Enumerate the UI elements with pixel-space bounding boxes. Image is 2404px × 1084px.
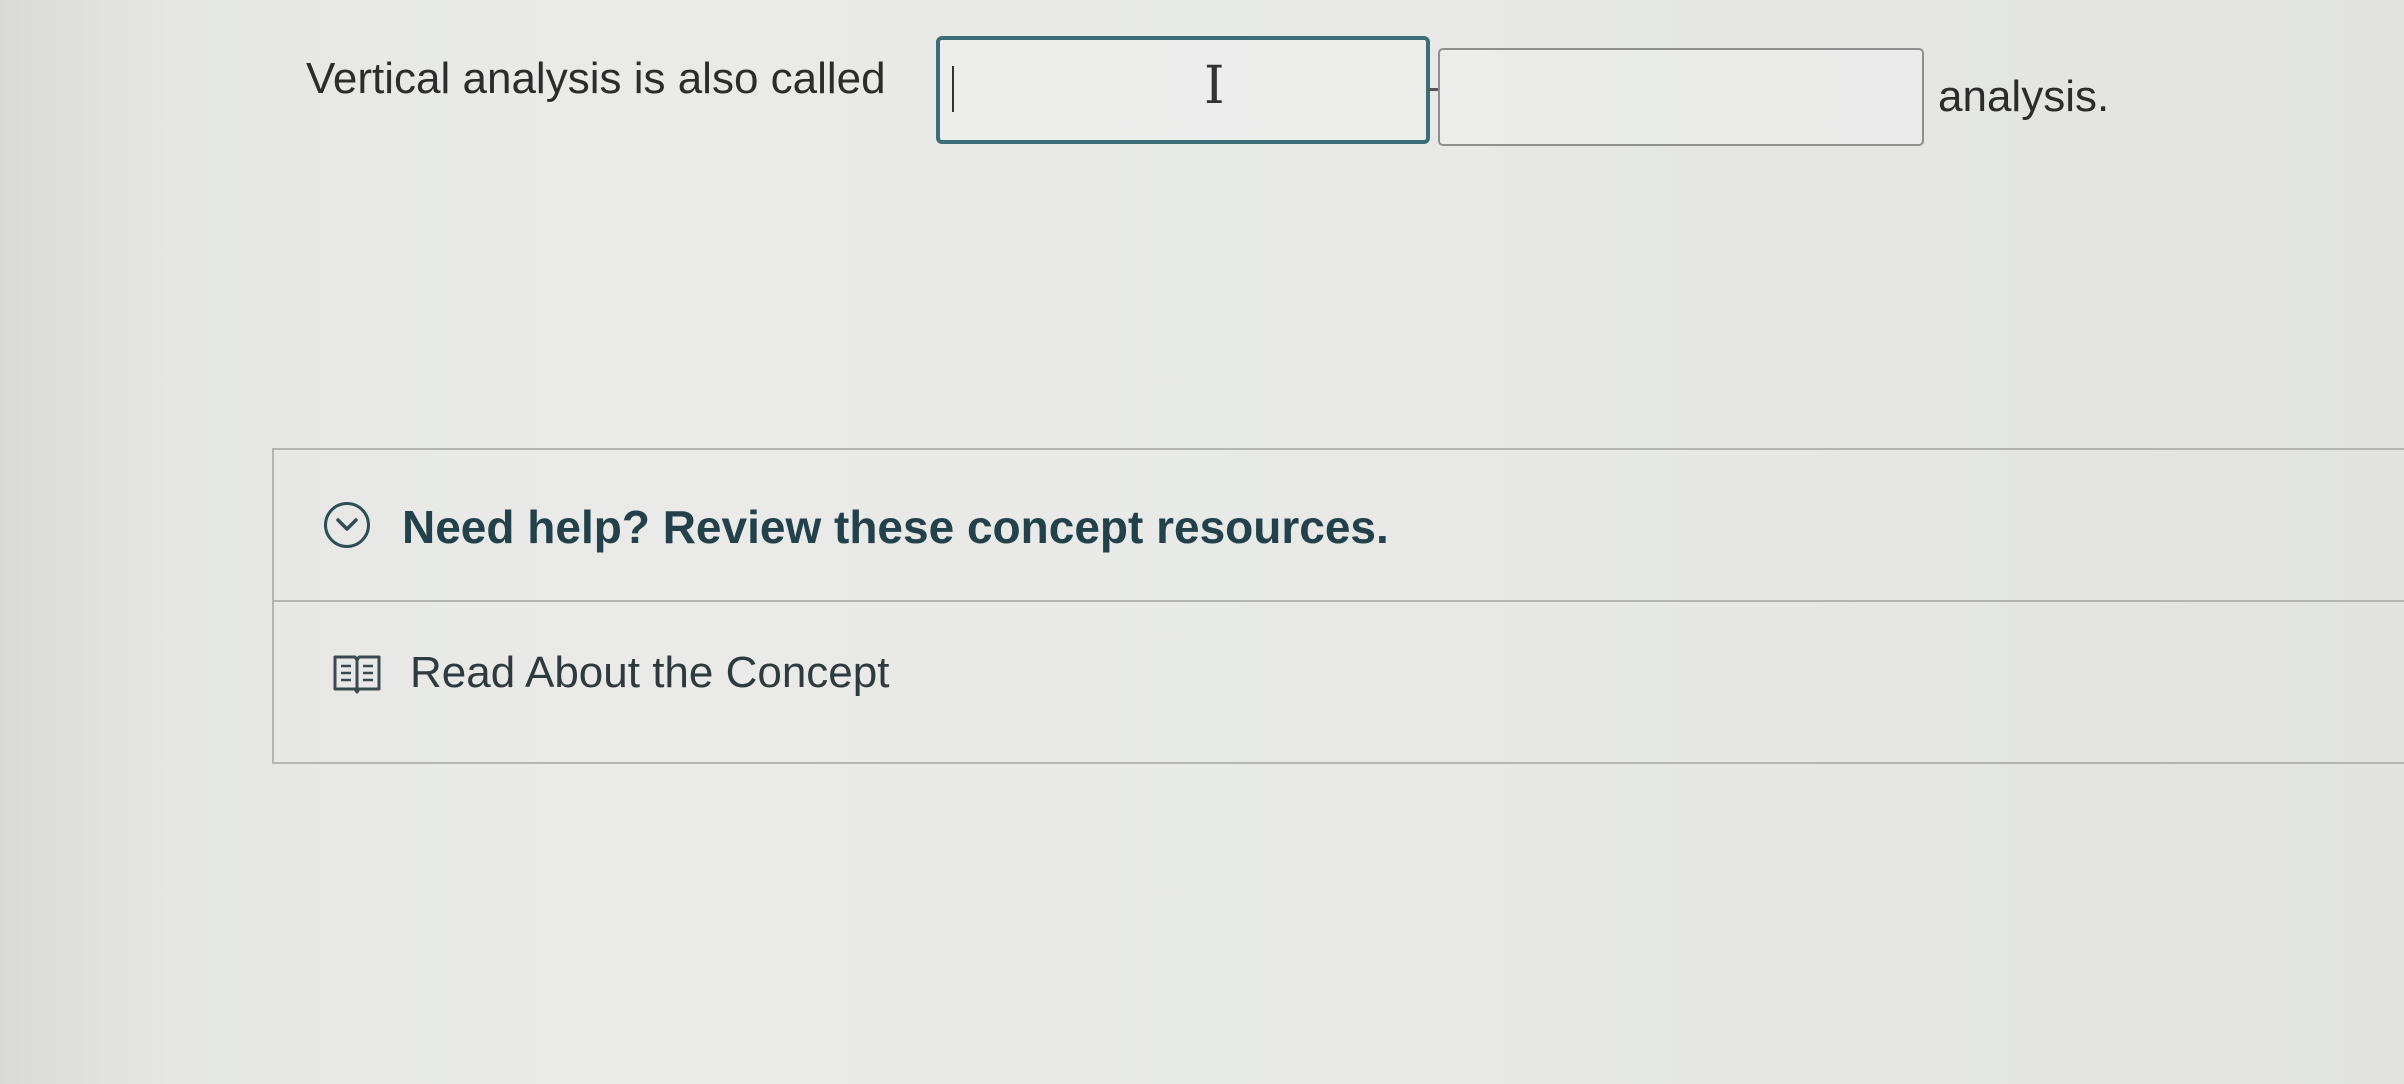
question-row: Vertical analysis is also called I analy…: [306, 36, 2166, 148]
help-header[interactable]: Need help? Review these concept resource…: [274, 450, 2404, 602]
resource-read-concept[interactable]: Read About the Concept: [274, 602, 2404, 762]
text-caret: [952, 66, 954, 112]
question-suffix-text: analysis.: [1938, 72, 2110, 121]
read-concept-link[interactable]: Read About the Concept: [410, 648, 889, 698]
chevron-down-icon: [336, 518, 358, 531]
answer-input-1[interactable]: [936, 36, 1430, 144]
help-panel: Need help? Review these concept resource…: [272, 448, 2404, 764]
book-icon: [333, 655, 381, 694]
text-cursor-icon: I: [1204, 56, 1225, 116]
help-title: Need help? Review these concept resource…: [402, 501, 1389, 553]
expand-toggle-button[interactable]: [324, 502, 370, 548]
answer-input-2[interactable]: [1438, 48, 1924, 146]
question-prefix-text: Vertical analysis is also called: [306, 54, 886, 103]
